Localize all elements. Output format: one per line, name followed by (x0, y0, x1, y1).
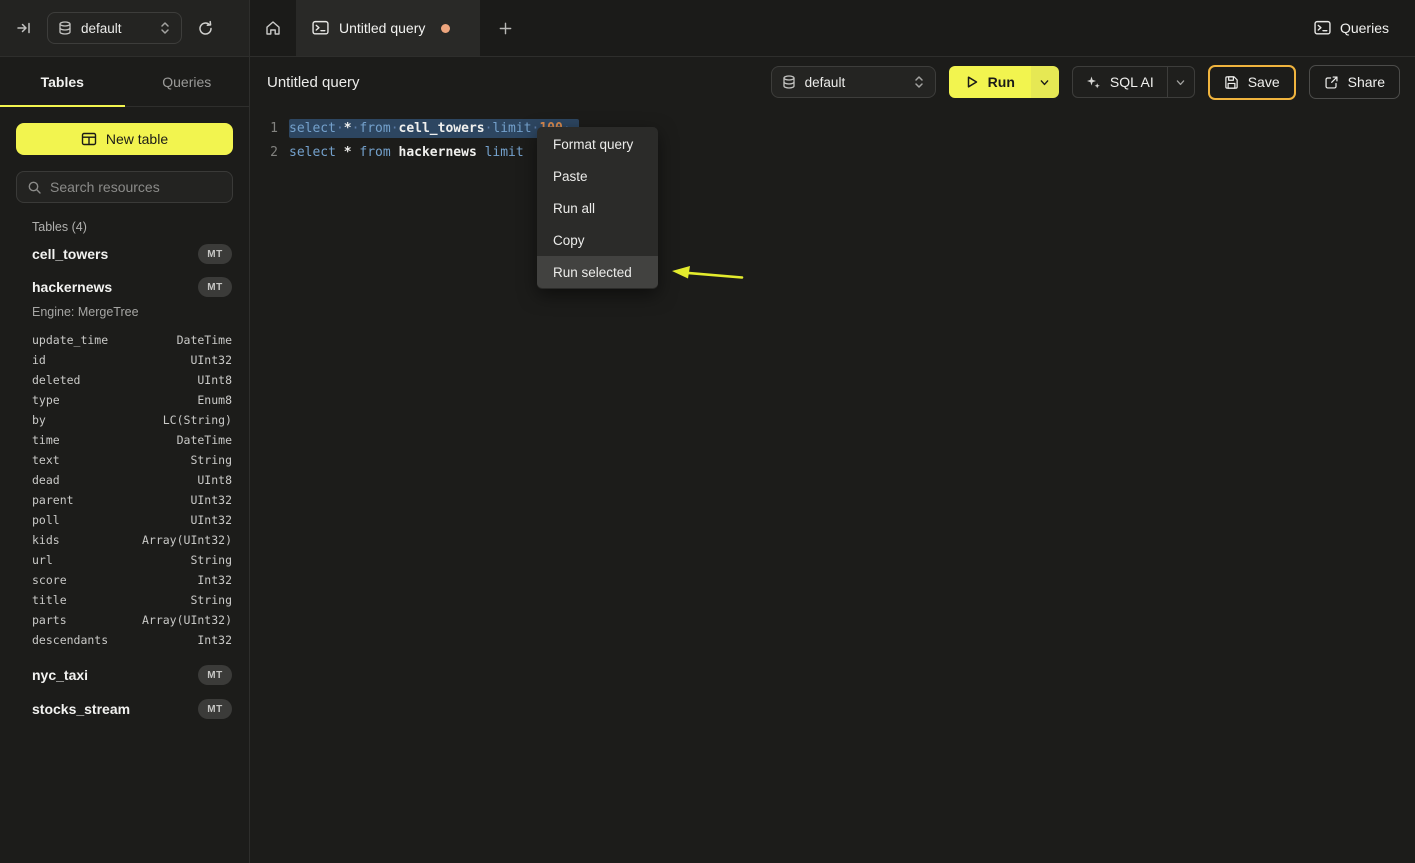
table-name: stocks_stream (32, 701, 130, 717)
column-row: titleString (0, 590, 249, 610)
engine-badge: MT (198, 277, 232, 297)
table-row-cell-towers[interactable]: cell_towers MT (0, 238, 249, 270)
query-title: Untitled query (267, 74, 360, 91)
chevron-updown-icon (159, 21, 171, 35)
tab-label: Untitled query (339, 20, 425, 36)
column-row: parentUInt32 (0, 490, 249, 510)
play-icon (965, 75, 979, 89)
menu-item-paste[interactable]: Paste (537, 160, 658, 192)
tables-section-label: Tables (4) (32, 220, 217, 235)
chevron-updown-icon (913, 75, 925, 89)
terminal-icon (1314, 20, 1331, 36)
menu-item-run-selected[interactable]: Run selected (537, 256, 658, 288)
column-row: urlString (0, 550, 249, 570)
menu-item-copy[interactable]: Copy (537, 224, 658, 256)
top-bar-left: default (0, 0, 250, 56)
menu-item-run-all[interactable]: Run all (537, 192, 658, 224)
sparkles-icon (1086, 75, 1101, 90)
table-name: cell_towers (32, 246, 108, 262)
collapse-sidebar-icon[interactable] (16, 20, 32, 36)
new-table-button[interactable]: New table (16, 123, 233, 155)
editor-line-1[interactable]: 1 select*fromcell_towerslimit100 (250, 116, 1415, 140)
run-button-label: Run (988, 74, 1015, 90)
share-button[interactable]: Share (1309, 65, 1400, 99)
selected-text: select*fromcell_towerslimit100 (289, 119, 579, 138)
new-table-label: New table (106, 131, 168, 147)
unsaved-dot (441, 24, 450, 33)
share-icon (1324, 75, 1339, 90)
sidebar: Tables Queries New table Tables (4) cell… (0, 57, 250, 863)
column-row: update_timeDateTime (0, 330, 249, 350)
home-tab[interactable] (250, 0, 296, 56)
column-row: timeDateTime (0, 430, 249, 450)
engine-label: Engine: MergeTree (0, 305, 249, 321)
search-input[interactable] (50, 179, 222, 195)
column-row: deadUInt8 (0, 470, 249, 490)
queries-button-label: Queries (1340, 20, 1389, 36)
context-menu: Format query Paste Run all Copy Run sele… (537, 127, 658, 289)
sql-editor[interactable]: 1 select*fromcell_towerslimit100 2 selec… (250, 107, 1415, 863)
editor-toolbar: Untitled query default (250, 57, 1415, 107)
database-icon (58, 21, 72, 35)
tab-tables[interactable]: Tables (0, 57, 125, 106)
queries-button[interactable]: Queries (1314, 20, 1389, 36)
database-selector-value: default (81, 21, 122, 36)
database-selector-value: default (805, 75, 846, 90)
terminal-icon (312, 20, 329, 36)
sidebar-tabs: Tables Queries (0, 57, 249, 107)
top-bar-right: Queries (1314, 0, 1415, 56)
database-icon (782, 75, 796, 89)
column-row: descendantsInt32 (0, 630, 249, 650)
columns-list: update_timeDateTime idUInt32 deletedUInt… (0, 330, 249, 650)
engine-badge: MT (198, 699, 232, 719)
column-row: deletedUInt8 (0, 370, 249, 390)
column-row: partsArray(UInt32) (0, 610, 249, 630)
column-row: textString (0, 450, 249, 470)
tab-untitled-query[interactable]: Untitled query (296, 0, 480, 56)
sql-ai-dropdown-button[interactable] (1167, 67, 1194, 97)
toolbar-controls: default Run (771, 65, 1400, 100)
table-row-nyc-taxi[interactable]: nyc_taxi MT (0, 659, 249, 691)
refresh-icon[interactable] (197, 20, 214, 37)
column-row: byLC(String) (0, 410, 249, 430)
column-row: scoreInt32 (0, 570, 249, 590)
run-button-group: Run (949, 66, 1059, 98)
sql-ai-button-group: SQL AI (1072, 66, 1195, 98)
search-box[interactable] (16, 171, 233, 203)
table-name: nyc_taxi (32, 667, 88, 683)
new-tab-button[interactable] (480, 0, 530, 56)
database-selector[interactable]: default (47, 12, 182, 44)
save-button[interactable]: Save (1208, 65, 1296, 100)
save-button-label: Save (1248, 74, 1280, 90)
run-dropdown-button[interactable] (1031, 66, 1059, 98)
save-icon (1224, 75, 1239, 90)
engine-badge: MT (198, 665, 232, 685)
table-row-stocks-stream[interactable]: stocks_stream MT (0, 693, 249, 725)
search-icon (27, 180, 42, 195)
sql-ai-button[interactable]: SQL AI (1073, 67, 1167, 97)
tab-queries[interactable]: Queries (125, 57, 250, 106)
line-number: 2 (250, 145, 278, 160)
tab-strip: Untitled query (250, 0, 1314, 56)
run-button[interactable]: Run (949, 66, 1031, 98)
column-row: idUInt32 (0, 350, 249, 370)
menu-item-format-query[interactable]: Format query (537, 128, 658, 160)
main-panel: Untitled query default (250, 57, 1415, 863)
share-button-label: Share (1348, 74, 1385, 90)
column-row: typeEnum8 (0, 390, 249, 410)
engine-badge: MT (198, 244, 232, 264)
table-icon (81, 131, 97, 147)
line-number: 1 (250, 121, 278, 136)
database-selector[interactable]: default (771, 66, 936, 98)
editor-line-2[interactable]: 2 select*fromhackernewslimit (250, 140, 1415, 164)
sql-ai-label: SQL AI (1110, 74, 1154, 90)
table-name: hackernews (32, 279, 112, 295)
column-row: kidsArray(UInt32) (0, 530, 249, 550)
top-bar: default (0, 0, 1415, 57)
table-row-hackernews[interactable]: hackernews MT (0, 271, 249, 303)
column-row: pollUInt32 (0, 510, 249, 530)
active-tab-underline (0, 105, 125, 107)
